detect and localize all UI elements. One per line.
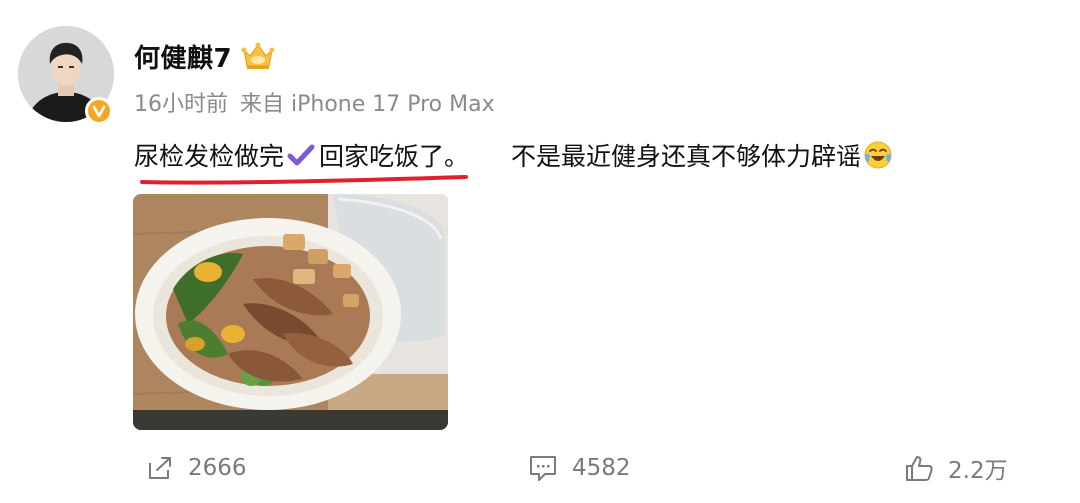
share-icon [149, 457, 171, 479]
username[interactable]: 何健麒7 [134, 38, 232, 75]
weibo-post: 何健麒7 16小时前 来自 iPhone 17 Pro Max 尿检发检做完 回… [0, 0, 1080, 503]
comment-icon [530, 456, 556, 481]
comment-count: 4582 [572, 455, 631, 481]
post-meta: 16小时前 来自 iPhone 17 Pro Max [134, 86, 495, 118]
red-underline-mark [140, 175, 468, 185]
comment-button[interactable]: 4582 [528, 448, 631, 488]
like-button[interactable]: 2.2万 [904, 448, 1008, 488]
post-photo[interactable] [133, 194, 448, 430]
purple-check-icon [286, 141, 316, 169]
post-text-part3: 不是最近健身还真不够体力辟谣 [511, 142, 862, 171]
laugh-cry-emoji-icon [863, 140, 893, 170]
share-count: 2666 [188, 455, 247, 481]
post-time[interactable]: 16小时前 [134, 86, 228, 118]
member-crown-icon[interactable] [240, 40, 276, 72]
post-source: 来自 iPhone 17 Pro Max [240, 92, 495, 117]
verified-badge-icon [85, 97, 113, 125]
like-count: 2.2万 [948, 458, 1008, 484]
author-row: 何健麒7 [134, 36, 276, 76]
share-button[interactable]: 2666 [146, 448, 247, 488]
thumbs-up-icon [906, 456, 933, 481]
